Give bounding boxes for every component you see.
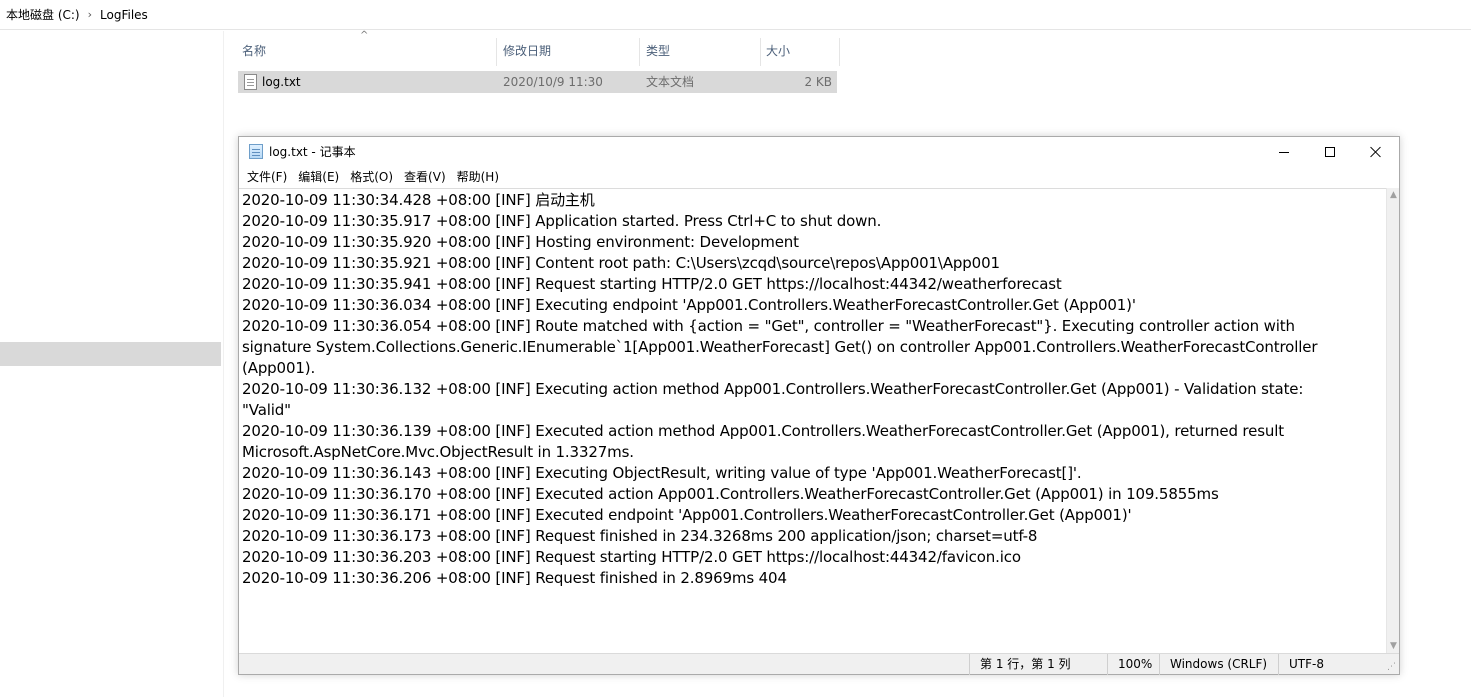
text-editor[interactable]: 2020-10-09 11:30:34.428 +08:00 [INF] 启动主… (239, 188, 1386, 653)
text-line: Microsoft.AspNetCore.Mvc.ObjectResult in… (242, 443, 634, 461)
menu-view[interactable]: 查看(V) (400, 167, 453, 187)
scroll-up-icon[interactable]: ▲ (1387, 188, 1400, 202)
text-line: 2020-10-09 11:30:36.203 +08:00 [INF] Req… (242, 548, 1021, 566)
text-line: 2020-10-09 11:30:36.139 +08:00 [INF] Exe… (242, 422, 1284, 440)
maximize-icon (1325, 147, 1335, 157)
text-line: 2020-10-09 11:30:36.143 +08:00 [INF] Exe… (242, 464, 1082, 482)
status-bar: 第 1 行，第 1 列 100% Windows (CRLF) UTF-8 ⋰ (239, 653, 1399, 675)
encoding: UTF-8 (1278, 654, 1386, 675)
column-size-header[interactable]: 大小 (762, 36, 838, 66)
navigation-selected-item[interactable] (0, 342, 221, 366)
text-line: 2020-10-09 11:30:36.206 +08:00 [INF] Req… (242, 569, 787, 587)
resize-grip-icon[interactable]: ⋰ (1387, 662, 1397, 672)
text-line: 2020-10-09 11:30:36.034 +08:00 [INF] Exe… (242, 296, 1136, 314)
zoom-level: 100% (1107, 654, 1159, 675)
chevron-right-icon[interactable]: › (88, 8, 92, 21)
pane-divider[interactable] (223, 31, 224, 697)
breadcrumb-item-drive[interactable]: 本地磁盘 (C:) (6, 6, 80, 23)
title-bar[interactable]: log.txt - 记事本 (239, 137, 1399, 167)
maximize-button[interactable] (1307, 137, 1353, 167)
column-separator[interactable] (496, 38, 497, 66)
breadcrumb-item-folder[interactable]: LogFiles (100, 8, 148, 22)
menu-bar: 文件(F) 编辑(E) 格式(O) 查看(V) 帮助(H) (239, 167, 1399, 187)
file-size: 2 KB (804, 75, 832, 89)
text-line: 2020-10-09 11:30:36.132 +08:00 [INF] Exe… (242, 380, 1304, 398)
vertical-scrollbar[interactable]: ▲ ▼ (1386, 188, 1399, 653)
text-line: 2020-10-09 11:30:35.921 +08:00 [INF] Con… (242, 254, 1000, 272)
column-separator[interactable] (839, 38, 840, 66)
text-line: 2020-10-09 11:30:35.920 +08:00 [INF] Hos… (242, 233, 799, 251)
text-line: 2020-10-09 11:30:36.173 +08:00 [INF] Req… (242, 527, 1038, 545)
text-line: 2020-10-09 11:30:36.054 +08:00 [INF] Rou… (242, 317, 1295, 335)
file-list: ^ 名称 修改日期 类型 大小 log.txt 2020/10/9 11:30 … (238, 30, 842, 96)
close-button[interactable] (1353, 137, 1399, 167)
file-type: 文本文档 (646, 75, 695, 89)
notepad-icon[interactable] (249, 144, 263, 159)
column-type-header[interactable]: 类型 (642, 36, 760, 66)
menu-edit[interactable]: 编辑(E) (294, 167, 346, 187)
text-line: 2020-10-09 11:30:36.170 +08:00 [INF] Exe… (242, 485, 1219, 503)
menu-format[interactable]: 格式(O) (346, 167, 400, 187)
close-icon (1370, 146, 1382, 158)
column-header: ^ 名称 修改日期 类型 大小 (238, 30, 842, 66)
text-line: 2020-10-09 11:30:34.428 +08:00 [INF] 启动主… (242, 191, 595, 209)
file-row[interactable]: log.txt 2020/10/9 11:30 文本文档 2 KB (238, 71, 837, 93)
text-line: (App001). (242, 359, 316, 377)
notepad-window: log.txt - 记事本 文件(F) 编辑(E) 格式(O) 查看(V) 帮助… (238, 136, 1400, 675)
text-line: 2020-10-09 11:30:35.941 +08:00 [INF] Req… (242, 275, 1062, 293)
minimize-button[interactable] (1261, 137, 1307, 167)
window-title: log.txt - 记事本 (269, 145, 356, 159)
menu-file[interactable]: 文件(F) (243, 167, 294, 187)
file-date: 2020/10/9 11:30 (503, 75, 603, 89)
text-line: "Valid" (242, 401, 291, 419)
menu-help[interactable]: 帮助(H) (453, 167, 506, 187)
minimize-icon (1279, 151, 1289, 153)
column-date-header[interactable]: 修改日期 (499, 36, 639, 66)
text-line: 2020-10-09 11:30:35.917 +08:00 [INF] App… (242, 212, 882, 230)
breadcrumb: 本地磁盘 (C:) › LogFiles (0, 0, 1471, 30)
column-name-header[interactable]: 名称 (238, 36, 496, 66)
column-separator[interactable] (639, 38, 640, 66)
cursor-position: 第 1 行，第 1 列 (969, 654, 1107, 675)
text-line: 2020-10-09 11:30:36.171 +08:00 [INF] Exe… (242, 506, 1132, 524)
text-line: signature System.Collections.Generic.IEn… (242, 338, 1318, 356)
column-separator[interactable] (760, 38, 761, 66)
text-file-icon (244, 74, 257, 90)
line-ending: Windows (CRLF) (1159, 654, 1278, 675)
scroll-down-icon[interactable]: ▼ (1387, 639, 1400, 653)
file-name: log.txt (262, 75, 301, 89)
